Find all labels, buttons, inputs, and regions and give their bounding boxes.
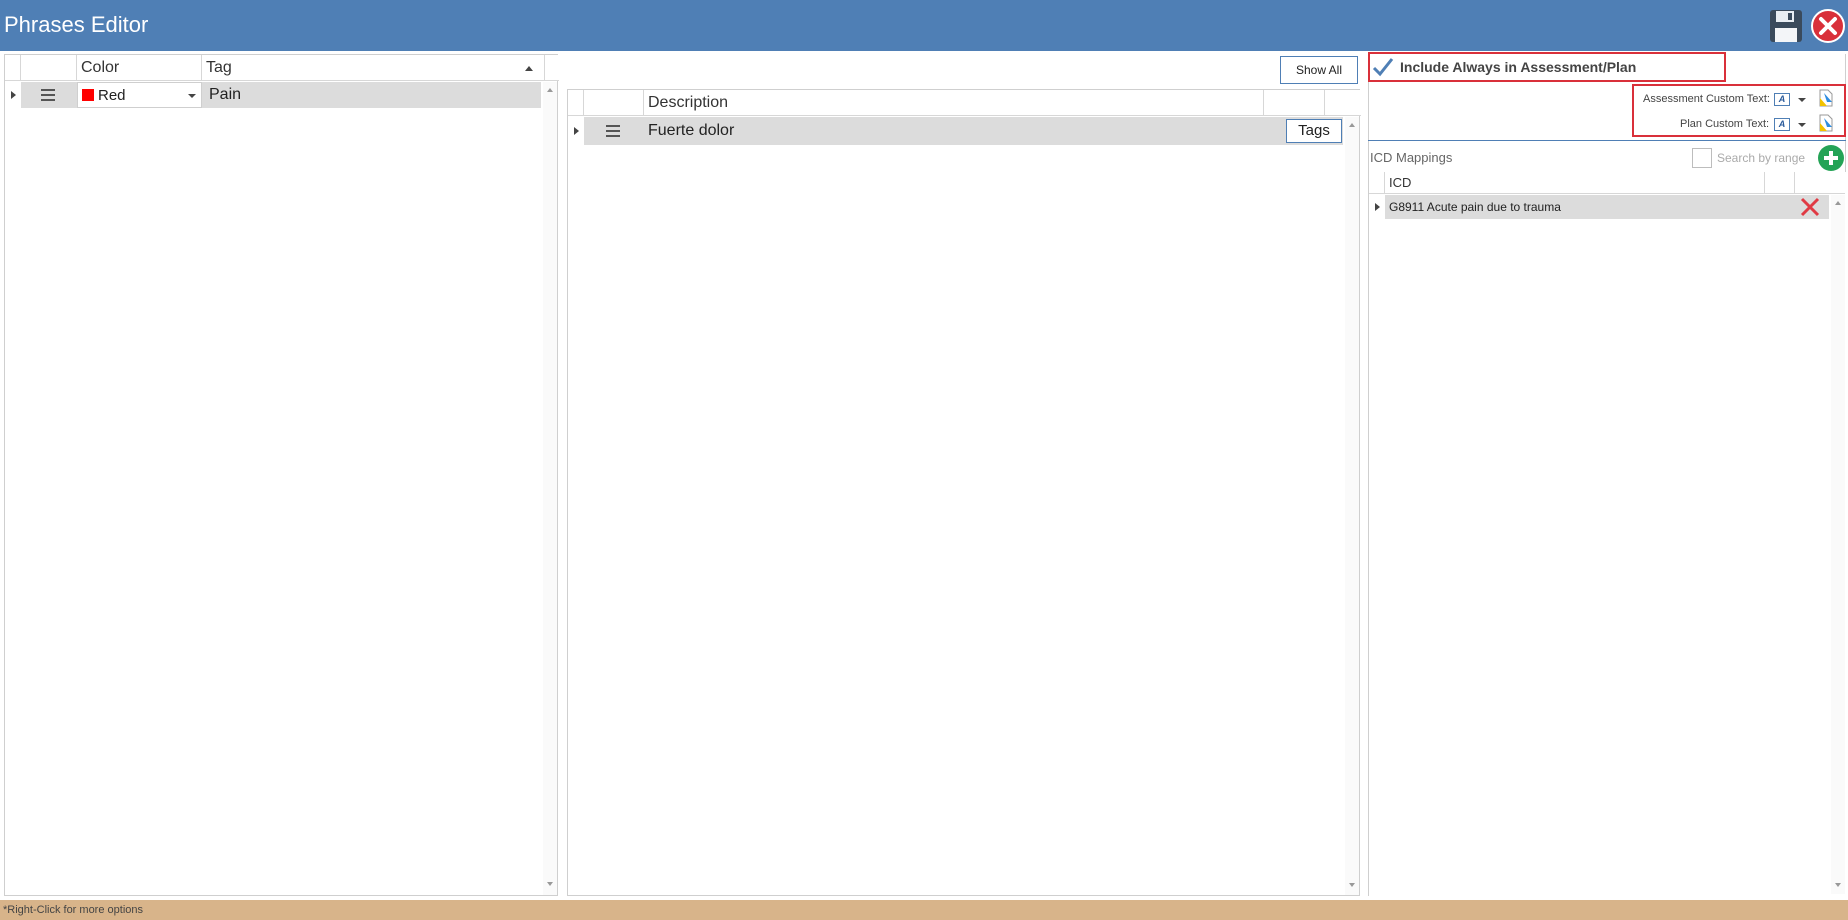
- color-swatch: [82, 89, 94, 101]
- close-button[interactable]: [1810, 8, 1846, 44]
- scroll-up-icon[interactable]: [547, 88, 553, 92]
- save-button[interactable]: [1768, 8, 1804, 44]
- title-bar: Phrases Editor: [0, 0, 1848, 51]
- include-always-checkbox[interactable]: [1372, 57, 1394, 77]
- document-icon: [1819, 89, 1833, 107]
- drag-cell[interactable]: [584, 117, 644, 145]
- row-expand-icon[interactable]: [11, 91, 16, 99]
- chevron-down-icon: [1798, 123, 1806, 127]
- table-row[interactable]: Red Pain: [5, 82, 541, 108]
- column-header-tag[interactable]: Tag: [202, 55, 545, 81]
- scroll-down-icon[interactable]: [1349, 883, 1355, 887]
- row-expand-icon[interactable]: [574, 127, 579, 135]
- delete-button[interactable]: [1799, 197, 1821, 217]
- assessment-custom-text-dropdown[interactable]: A: [1770, 92, 1808, 108]
- row-expand-icon[interactable]: [1375, 203, 1380, 211]
- scroll-down-icon[interactable]: [1835, 883, 1841, 887]
- description-cell[interactable]: Fuerte dolor: [644, 117, 1343, 145]
- scroll-up-icon[interactable]: [1349, 123, 1355, 127]
- assessment-document-button[interactable]: [1818, 89, 1834, 107]
- tags-grid: Color Tag Red Pain: [4, 54, 559, 896]
- chevron-down-icon: [1798, 98, 1806, 102]
- drag-cell[interactable]: [21, 82, 77, 108]
- document-icon: [1819, 114, 1833, 132]
- plan-custom-text-dropdown[interactable]: A: [1770, 117, 1808, 133]
- header-tags-cell: [1264, 90, 1325, 116]
- add-icd-button[interactable]: [1818, 145, 1844, 171]
- show-all-button[interactable]: Show All: [1280, 56, 1358, 84]
- divider: [1368, 140, 1846, 141]
- vertical-scrollbar[interactable]: [543, 82, 557, 895]
- description-value: Fuerte dolor: [648, 122, 735, 139]
- drag-handle-icon[interactable]: [41, 89, 55, 101]
- tags-grid-header: Color Tag: [5, 55, 559, 81]
- table-row[interactable]: G8911 Acute pain due to trauma: [1369, 195, 1829, 219]
- status-bar: *Right-Click for more options: [0, 900, 1848, 920]
- color-dropdown[interactable]: Red: [77, 82, 202, 108]
- close-icon: [1811, 9, 1845, 43]
- header-expand-cell: [568, 90, 584, 116]
- icd-mappings-title: ICD Mappings: [1370, 150, 1453, 165]
- header-expand-cell: [5, 55, 21, 81]
- icd-value: G8911 Acute pain due to trauma: [1389, 200, 1561, 214]
- icd-grid: ICD G8911 Acute pain due to trauma: [1368, 172, 1846, 896]
- delete-icon: [1800, 197, 1820, 217]
- icd-grid-header: ICD: [1369, 172, 1845, 194]
- vertical-scrollbar[interactable]: [1345, 117, 1359, 895]
- color-value: Red: [98, 87, 126, 104]
- header-drag-cell: [21, 55, 77, 81]
- header-drag-cell: [584, 90, 644, 116]
- tag-value: Pain: [209, 86, 242, 103]
- plan-document-button[interactable]: [1818, 114, 1834, 132]
- header-delete-cell: [1765, 172, 1795, 194]
- assessment-custom-text-label: Assessment Custom Text:: [1643, 93, 1770, 105]
- chevron-down-icon: [188, 94, 196, 98]
- text-format-icon: A: [1774, 93, 1790, 106]
- plan-custom-text-label: Plan Custom Text:: [1680, 118, 1770, 130]
- include-always-label[interactable]: Include Always in Assessment/Plan: [1400, 59, 1636, 75]
- column-header-icd[interactable]: ICD: [1385, 172, 1765, 194]
- header-expand-cell: [1369, 172, 1385, 194]
- tags-button[interactable]: Tags: [1286, 119, 1342, 143]
- sort-ascending-icon: [525, 66, 533, 71]
- phrases-grid: Description Fuerte dolor Tags: [567, 89, 1361, 896]
- text-format-icon: A: [1774, 118, 1790, 131]
- tag-cell[interactable]: Pain: [202, 82, 541, 108]
- phrases-grid-header: Description: [568, 90, 1361, 116]
- scroll-up-icon[interactable]: [1835, 201, 1841, 205]
- window-title: Phrases Editor: [4, 12, 149, 37]
- save-icon: [1770, 10, 1802, 42]
- checkmark-icon: [1372, 58, 1394, 77]
- column-header-color[interactable]: Color: [77, 55, 202, 81]
- scroll-down-icon[interactable]: [547, 882, 553, 886]
- vertical-scrollbar[interactable]: [1831, 195, 1845, 894]
- table-row[interactable]: Fuerte dolor Tags: [568, 117, 1343, 145]
- icd-cell[interactable]: G8911 Acute pain due to trauma: [1385, 195, 1829, 219]
- column-header-description[interactable]: Description: [644, 90, 1264, 116]
- search-by-range-label[interactable]: Search by range: [1717, 151, 1805, 165]
- drag-handle-icon[interactable]: [606, 125, 620, 137]
- search-by-range-checkbox[interactable]: [1692, 148, 1712, 168]
